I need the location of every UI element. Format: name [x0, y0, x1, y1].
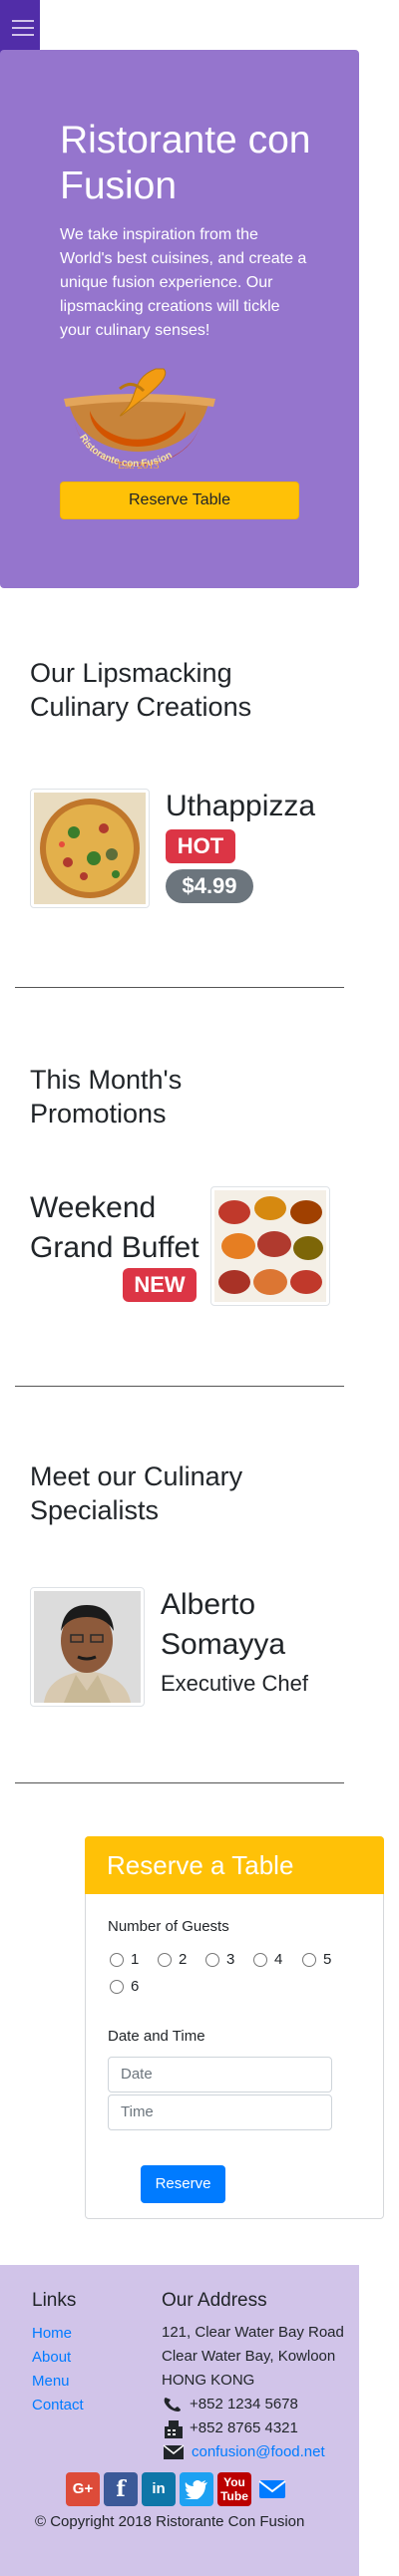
footer-link-contact[interactable]: Contact: [32, 2397, 84, 2414]
dish-section-heading: Our Lipsmacking Culinary Creations: [30, 658, 252, 722]
footer-links-heading: Links: [32, 2290, 77, 2311]
reservation-title: Reserve a Table: [107, 1850, 294, 1880]
reserve-table-button[interactable]: Reserve Table: [60, 482, 299, 519]
guests-radio-label: 2: [179, 1951, 188, 1968]
google-plus-icon[interactable]: G+: [66, 2472, 100, 2506]
guests-radio-label: 4: [274, 1951, 283, 1968]
time-input[interactable]: Time: [108, 2094, 332, 2130]
section-divider: [15, 1782, 344, 1783]
address-line: 121, Clear Water Bay Road: [162, 2324, 344, 2341]
envelope-icon: [163, 2444, 185, 2460]
jumbotron-title: Ristorante con Fusion: [60, 119, 311, 207]
email-link[interactable]: confusion@food.net: [192, 2443, 325, 2460]
reserve-submit-button[interactable]: Reserve: [141, 2165, 225, 2203]
dish-name: Uthappizza: [166, 790, 316, 822]
footer-link-about[interactable]: About: [32, 2349, 71, 2366]
hamburger-menu-icon-bar: [12, 27, 34, 29]
youtube-icon[interactable]: You Tube: [217, 2472, 251, 2506]
section-divider: [15, 987, 344, 988]
logo-est-text: Est. 2013: [118, 460, 160, 472]
price-badge: $4.99: [166, 869, 253, 903]
chef-section-heading: Meet our Culinary Specialists: [30, 1461, 243, 1525]
copyright-text: © Copyright 2018 Ristorante Con Fusion: [35, 2513, 305, 2530]
date-input[interactable]: Date: [108, 2057, 332, 2093]
twitter-icon[interactable]: [180, 2472, 213, 2506]
linkedin-icon[interactable]: in: [142, 2472, 176, 2506]
facebook-icon[interactable]: f: [104, 2472, 138, 2506]
phone-icon: [163, 2396, 185, 2414]
guests-radio-3[interactable]: [205, 1953, 219, 1967]
guests-radio-2[interactable]: [158, 1953, 172, 1967]
restaurant-logo: Ristorante con Fusion Est. 2013: [64, 368, 215, 472]
guests-radio-5[interactable]: [302, 1953, 316, 1967]
chef-designation: Executive Chef: [161, 1671, 308, 1696]
chef-photo: [30, 1587, 145, 1707]
fax-number: +852 8765 4321: [190, 2419, 298, 2436]
jumbotron-tagline: We take inspiration from the World's bes…: [60, 226, 307, 339]
address-line: HONG KONG: [162, 2372, 255, 2389]
footer-address-heading: Our Address: [162, 2290, 267, 2311]
guests-radio-label: 6: [131, 1978, 140, 1995]
footer-link-menu[interactable]: Menu: [32, 2373, 70, 2390]
hamburger-menu-icon-bar: [12, 34, 34, 36]
footer-link-home[interactable]: Home: [32, 2325, 72, 2342]
promo-image: [210, 1186, 330, 1306]
guests-radio-6[interactable]: [110, 1980, 124, 1994]
promo-name: Weekend Grand Buffet: [30, 1188, 209, 1268]
guests-radio-label: 3: [226, 1951, 235, 1968]
fax-icon: [163, 2419, 185, 2439]
navbar-toggle-button[interactable]: [0, 0, 40, 57]
promo-name-text: Weekend Grand Buffet: [30, 1191, 200, 1264]
section-divider: [15, 1386, 344, 1387]
hot-badge: HOT: [166, 829, 235, 863]
date-time-label: Date and Time: [108, 2028, 205, 2045]
hamburger-menu-icon: [12, 20, 34, 22]
mail-icon[interactable]: [257, 2476, 287, 2502]
chef-name: Alberto Somayya: [161, 1588, 286, 1661]
guests-radio-4[interactable]: [253, 1953, 267, 1967]
address-line: Clear Water Bay, Kowloon: [162, 2348, 336, 2365]
guests-radio-label: 1: [131, 1951, 140, 1968]
guests-radio-label: 5: [323, 1951, 332, 1968]
new-badge: NEW: [123, 1268, 197, 1302]
dish-image: [30, 789, 150, 908]
phone-number: +852 1234 5678: [190, 2396, 298, 2413]
promo-section-heading: This Month's Promotions: [30, 1065, 183, 1128]
guests-label: Number of Guests: [108, 1918, 229, 1935]
guests-radio-1[interactable]: [110, 1953, 124, 1967]
